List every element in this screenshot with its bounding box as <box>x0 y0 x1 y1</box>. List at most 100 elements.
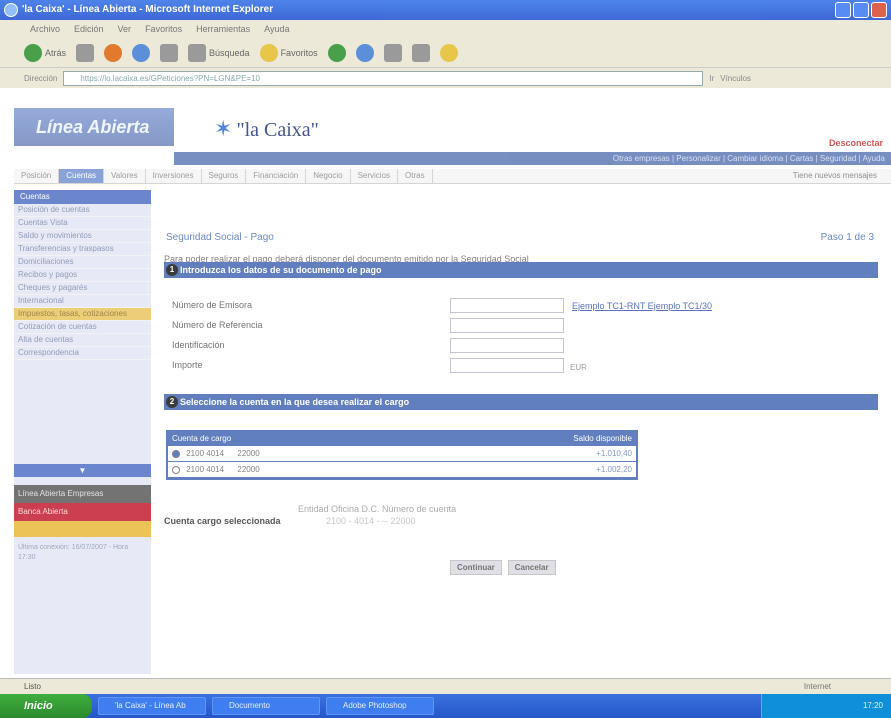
menu-view[interactable]: Ver <box>118 20 132 38</box>
last-connection-info: Última conexión: 16/07/2007 - Hora 17:30 <box>18 544 129 561</box>
page-title: Seguridad Social - Pago <box>166 232 274 243</box>
back-button[interactable]: Atrás <box>24 43 66 62</box>
home-button[interactable] <box>160 43 179 62</box>
leftnav-item-active[interactable]: Impuestos, tasas, cotizaciones <box>14 308 151 321</box>
bank-name: "la Caixa" <box>236 119 319 141</box>
refresh-button[interactable] <box>132 43 151 62</box>
step-badge-2: 2 <box>166 396 178 408</box>
tab-cuentas[interactable]: Cuentas <box>59 169 105 183</box>
leftnav-item[interactable]: Transferencias y traspasos <box>14 243 151 256</box>
menubar: Archivo Edición Ver Favoritos Herramient… <box>0 20 891 38</box>
tab-negocio[interactable]: Negocio <box>306 169 351 183</box>
menu-tools[interactable]: Herramientas <box>196 20 250 38</box>
leftnav-item[interactable]: Internacional <box>14 295 151 308</box>
leftnav-item[interactable]: Cuentas Vista <box>14 217 151 230</box>
history-icon <box>355 43 374 62</box>
menu-favorites[interactable]: Favoritos <box>145 20 182 38</box>
tab-financiacion[interactable]: Financiación <box>246 169 307 183</box>
print-button[interactable] <box>411 43 430 62</box>
leftnav-header[interactable]: Cuentas <box>14 190 151 204</box>
main-tabs: Posición Cuentas Valores Inversiones Seg… <box>14 169 891 184</box>
tab-servicios[interactable]: Servicios <box>351 169 399 183</box>
account-row-left: 2100 4014 22000 <box>172 462 260 477</box>
browser-toolbar: Atrás Búsqueda Favoritos <box>0 38 891 68</box>
account-radio[interactable] <box>172 465 180 474</box>
address-bar: Dirección https://lo.lacaixa.es/GPeticio… <box>0 68 891 88</box>
importe-input[interactable] <box>450 358 564 373</box>
address-input[interactable]: https://lo.lacaixa.es/GPeticiones?PN=LGN… <box>63 70 704 86</box>
top-links[interactable]: Otras empresas | Personalizar | Cambiar … <box>174 152 891 165</box>
tab-valores[interactable]: Valores <box>104 169 146 183</box>
form-actions: Continuar Cancelar <box>450 560 556 575</box>
mail-button[interactable] <box>383 43 402 62</box>
security-zone: Internet <box>803 682 831 691</box>
leftnav-item[interactable]: Cheques y pagarés <box>14 282 151 295</box>
star-icon <box>259 43 278 62</box>
taskbar-item[interactable]: 'la Caixa' - Línea Ab <box>98 697 206 715</box>
tab-posicion[interactable]: Posición <box>14 169 60 183</box>
maximize-button[interactable] <box>853 2 869 18</box>
bank-logo: ✶ "la Caixa" <box>214 116 319 142</box>
emisora-input[interactable] <box>450 298 564 313</box>
search-button[interactable]: Búsqueda <box>188 43 250 62</box>
leftnav-item[interactable]: Alta de cuentas <box>14 334 151 347</box>
leftnav-item[interactable]: Saldo y movimientos <box>14 230 151 243</box>
leftnav-item[interactable]: Recibos y pagos <box>14 269 151 282</box>
identificacion-input[interactable] <box>450 338 564 353</box>
messages-notice[interactable]: Tiene nuevos mensajes <box>793 169 891 183</box>
account-row[interactable]: 2100 4014 22000 +1.002,20 <box>168 462 636 478</box>
print-icon <box>411 43 430 62</box>
account-number: 22000 <box>237 449 260 458</box>
promo-banner[interactable] <box>14 521 151 537</box>
account-number: 22000 <box>237 465 260 474</box>
label-emisora: Número de Emisora <box>172 300 253 310</box>
logout-link[interactable]: Desconectar <box>829 138 883 148</box>
leftnav-item[interactable]: Correspondencia <box>14 347 151 360</box>
go-button[interactable]: Ir <box>709 74 714 83</box>
menu-help[interactable]: Ayuda <box>264 20 289 38</box>
menu-file[interactable]: Archivo <box>30 20 60 38</box>
leftnav-item[interactable]: Domiciliaciones <box>14 256 151 269</box>
menu-edit[interactable]: Edición <box>74 20 104 38</box>
system-tray-clock: 17:20 <box>761 694 891 718</box>
main-content: Seguridad Social - Pago Paso 1 de 3 Para… <box>160 190 882 674</box>
leftnav-collapse-band[interactable]: ▼ <box>14 464 151 477</box>
referencia-input[interactable] <box>450 318 564 333</box>
section-2-header: 2 Seleccione la cuenta en la que desea r… <box>164 394 878 410</box>
col-account: Cuenta de cargo <box>172 434 232 443</box>
mail-icon <box>383 43 402 62</box>
site-header: Línea Abierta ✶ "la Caixa" Desconectar Ot… <box>14 94 891 166</box>
window-controls <box>835 2 887 18</box>
back-arrow-icon <box>24 43 42 62</box>
start-button[interactable]: Inicio <box>0 694 92 718</box>
account-row[interactable]: 2100 4014 22000 +1.010,40 <box>168 446 636 462</box>
close-button[interactable] <box>871 2 887 18</box>
cancel-button[interactable]: Cancelar <box>507 560 556 575</box>
tab-seguros[interactable]: Seguros <box>202 169 247 183</box>
forward-button[interactable] <box>76 43 95 62</box>
refresh-icon <box>132 43 151 62</box>
account-entity: 2100 4014 <box>186 465 225 474</box>
example-links[interactable]: Ejemplo TC1-RNT Ejemplo TC1/30 <box>572 301 712 311</box>
leftnav-item[interactable]: Cotización de cuentas <box>14 321 151 334</box>
tab-otras[interactable]: Otras <box>398 169 433 183</box>
promo-empresas[interactable]: Línea Abierta Empresas <box>14 485 151 503</box>
minimize-button[interactable] <box>835 2 851 18</box>
stop-button[interactable] <box>104 43 123 62</box>
media-button[interactable] <box>327 43 346 62</box>
tab-inversiones[interactable]: Inversiones <box>146 169 202 183</box>
linea-abierta-logo[interactable]: Línea Abierta <box>14 108 174 146</box>
links-label[interactable]: Vínculos <box>720 74 751 83</box>
leftnav-item[interactable]: Posición de cuentas <box>14 204 151 217</box>
account-radio[interactable] <box>172 449 180 458</box>
label-identificacion: Identificación <box>172 340 225 350</box>
promo-banca-abierta[interactable]: Banca Abierta <box>14 503 151 521</box>
home-icon <box>160 43 179 62</box>
taskbar-item[interactable]: Adobe Photoshop <box>326 697 434 715</box>
favorites-button[interactable]: Favoritos <box>259 43 318 62</box>
history-button[interactable] <box>355 43 374 62</box>
folder-button[interactable] <box>439 43 458 62</box>
taskbar-item[interactable]: Documento <box>212 697 320 715</box>
continue-button[interactable]: Continuar <box>450 560 502 575</box>
status-text: Listo <box>24 682 41 691</box>
